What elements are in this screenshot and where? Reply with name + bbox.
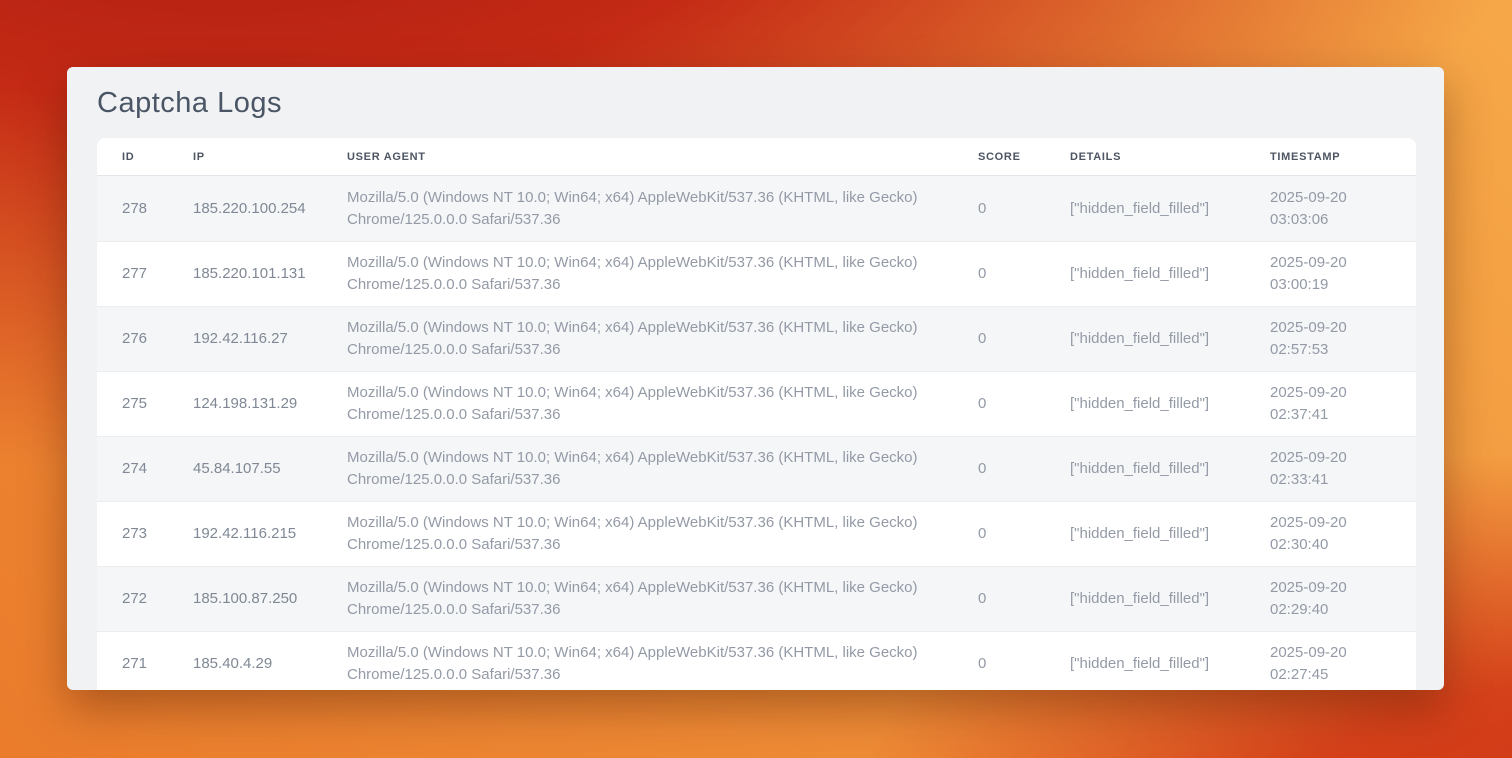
id-cell: 272 (97, 566, 193, 631)
captcha-logs-table: IDIPUSER AGENTSCOREDETAILSTIMESTAMP 2781… (97, 138, 1416, 690)
score-cell: 0 (978, 241, 1070, 306)
timestamp-cell: 2025-09-20 02:27:45 (1270, 631, 1416, 690)
timestamp-cell: 2025-09-20 02:30:40 (1270, 501, 1416, 566)
column-header-ip: IP (193, 138, 347, 176)
details-cell: ["hidden_field_filled"] (1070, 241, 1270, 306)
timestamp-cell: 2025-09-20 02:33:41 (1270, 436, 1416, 501)
id-cell: 277 (97, 241, 193, 306)
ip-cell: 45.84.107.55 (193, 436, 347, 501)
timestamp-cell: 2025-09-20 03:00:19 (1270, 241, 1416, 306)
ip-cell: 192.42.116.215 (193, 501, 347, 566)
column-header-score: SCORE (978, 138, 1070, 176)
details-cell: ["hidden_field_filled"] (1070, 631, 1270, 690)
user_agent-cell: Mozilla/5.0 (Windows NT 10.0; Win64; x64… (347, 241, 978, 306)
id-cell: 271 (97, 631, 193, 690)
table-row: 272185.100.87.250Mozilla/5.0 (Windows NT… (97, 566, 1416, 631)
id-cell: 273 (97, 501, 193, 566)
details-cell: ["hidden_field_filled"] (1070, 176, 1270, 241)
score-cell: 0 (978, 436, 1070, 501)
user_agent-cell: Mozilla/5.0 (Windows NT 10.0; Win64; x64… (347, 566, 978, 631)
ip-cell: 185.220.100.254 (193, 176, 347, 241)
table-row: 271185.40.4.29Mozilla/5.0 (Windows NT 10… (97, 631, 1416, 690)
user_agent-cell: Mozilla/5.0 (Windows NT 10.0; Win64; x64… (347, 176, 978, 241)
details-cell: ["hidden_field_filled"] (1070, 371, 1270, 436)
table-row: 27445.84.107.55Mozilla/5.0 (Windows NT 1… (97, 436, 1416, 501)
timestamp-cell: 2025-09-20 02:29:40 (1270, 566, 1416, 631)
table-body: 278185.220.100.254Mozilla/5.0 (Windows N… (97, 176, 1416, 690)
table-row: 278185.220.100.254Mozilla/5.0 (Windows N… (97, 176, 1416, 241)
column-header-user_agent: USER AGENT (347, 138, 978, 176)
page-title: Captcha Logs (97, 87, 1416, 120)
user_agent-cell: Mozilla/5.0 (Windows NT 10.0; Win64; x64… (347, 631, 978, 690)
column-header-timestamp: TIMESTAMP (1270, 138, 1416, 176)
captcha-logs-card: Captcha Logs IDIPUSER AGENTSCOREDETAILST… (67, 67, 1444, 690)
id-cell: 275 (97, 371, 193, 436)
details-cell: ["hidden_field_filled"] (1070, 306, 1270, 371)
ip-cell: 192.42.116.27 (193, 306, 347, 371)
timestamp-cell: 2025-09-20 02:37:41 (1270, 371, 1416, 436)
id-cell: 274 (97, 436, 193, 501)
table-header-row: IDIPUSER AGENTSCOREDETAILSTIMESTAMP (97, 138, 1416, 176)
score-cell: 0 (978, 176, 1070, 241)
user_agent-cell: Mozilla/5.0 (Windows NT 10.0; Win64; x64… (347, 501, 978, 566)
user_agent-cell: Mozilla/5.0 (Windows NT 10.0; Win64; x64… (347, 306, 978, 371)
id-cell: 278 (97, 176, 193, 241)
column-header-details: DETAILS (1070, 138, 1270, 176)
ip-cell: 185.40.4.29 (193, 631, 347, 690)
score-cell: 0 (978, 566, 1070, 631)
id-cell: 276 (97, 306, 193, 371)
ip-cell: 185.220.101.131 (193, 241, 347, 306)
score-cell: 0 (978, 371, 1070, 436)
ip-cell: 185.100.87.250 (193, 566, 347, 631)
column-header-id: ID (97, 138, 193, 176)
details-cell: ["hidden_field_filled"] (1070, 436, 1270, 501)
details-cell: ["hidden_field_filled"] (1070, 501, 1270, 566)
table-row: 273192.42.116.215Mozilla/5.0 (Windows NT… (97, 501, 1416, 566)
timestamp-cell: 2025-09-20 02:57:53 (1270, 306, 1416, 371)
ip-cell: 124.198.131.29 (193, 371, 347, 436)
user_agent-cell: Mozilla/5.0 (Windows NT 10.0; Win64; x64… (347, 436, 978, 501)
timestamp-cell: 2025-09-20 03:03:06 (1270, 176, 1416, 241)
table-row: 275124.198.131.29Mozilla/5.0 (Windows NT… (97, 371, 1416, 436)
table-row: 277185.220.101.131Mozilla/5.0 (Windows N… (97, 241, 1416, 306)
score-cell: 0 (978, 501, 1070, 566)
details-cell: ["hidden_field_filled"] (1070, 566, 1270, 631)
score-cell: 0 (978, 631, 1070, 690)
table-row: 276192.42.116.27Mozilla/5.0 (Windows NT … (97, 306, 1416, 371)
user_agent-cell: Mozilla/5.0 (Windows NT 10.0; Win64; x64… (347, 371, 978, 436)
score-cell: 0 (978, 306, 1070, 371)
